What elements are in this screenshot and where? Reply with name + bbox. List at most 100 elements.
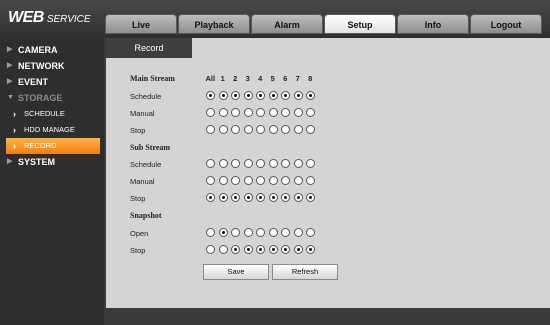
sidebar-item-label: EVENT bbox=[18, 77, 49, 87]
radio-channel[interactable] bbox=[268, 228, 278, 237]
radio-channel[interactable] bbox=[268, 108, 278, 117]
radio-channel[interactable] bbox=[256, 176, 265, 185]
radio-channel[interactable] bbox=[256, 228, 265, 237]
radio-channel[interactable] bbox=[256, 125, 265, 134]
radio-channel[interactable] bbox=[218, 193, 228, 202]
radio-all[interactable] bbox=[206, 228, 215, 237]
radio-channel[interactable] bbox=[306, 245, 315, 254]
radio-channel[interactable] bbox=[293, 159, 303, 168]
tab-live[interactable]: Live bbox=[105, 14, 177, 34]
row-label: Stop bbox=[130, 246, 146, 255]
radio-all[interactable] bbox=[206, 108, 215, 117]
radio-channel[interactable] bbox=[268, 193, 278, 202]
radio-channel[interactable] bbox=[268, 245, 278, 254]
refresh-button[interactable]: Refresh bbox=[272, 264, 338, 280]
snapshot-stop-row: Stop bbox=[130, 242, 430, 259]
radio-channel[interactable] bbox=[293, 193, 303, 202]
radio-channel[interactable] bbox=[231, 108, 240, 117]
tab-info[interactable]: Info bbox=[397, 14, 469, 34]
radio-channel[interactable] bbox=[243, 91, 253, 100]
radio-channel[interactable] bbox=[268, 125, 278, 134]
radio-channel[interactable] bbox=[306, 91, 315, 100]
radio-channel[interactable] bbox=[281, 176, 290, 185]
sidebar-item-event[interactable]: ▶ EVENT bbox=[0, 74, 104, 90]
radio-channel[interactable] bbox=[306, 108, 315, 117]
radio-channel[interactable] bbox=[281, 91, 290, 100]
radio-channel[interactable] bbox=[218, 228, 228, 237]
radio-all[interactable] bbox=[206, 91, 215, 100]
radio-channel[interactable] bbox=[306, 159, 315, 168]
radio-channel[interactable] bbox=[281, 108, 290, 117]
radio-channel[interactable] bbox=[268, 91, 278, 100]
radio-channel[interactable] bbox=[256, 108, 265, 117]
radio-channel[interactable] bbox=[256, 245, 265, 254]
radio-channel[interactable] bbox=[243, 125, 253, 134]
sidebar-item-storage[interactable]: ▼ STORAGE bbox=[0, 90, 104, 106]
radio-channel[interactable] bbox=[231, 245, 240, 254]
radio-channel[interactable] bbox=[306, 193, 315, 202]
radio-channel[interactable] bbox=[293, 176, 303, 185]
triangle-down-icon: ▼ bbox=[7, 94, 14, 101]
radio-all[interactable] bbox=[206, 245, 215, 254]
radio-channel[interactable] bbox=[306, 125, 315, 134]
radio-channel[interactable] bbox=[293, 245, 303, 254]
radio-channel[interactable] bbox=[293, 91, 303, 100]
radio-channel[interactable] bbox=[256, 193, 265, 202]
radio-all[interactable] bbox=[206, 193, 215, 202]
main-tabs: Live Playback Alarm Setup Info Logout bbox=[105, 14, 543, 34]
sidebar-subitem-record[interactable]: › RECORD bbox=[6, 138, 100, 154]
radio-channel[interactable] bbox=[218, 108, 228, 117]
radio-channel[interactable] bbox=[231, 91, 240, 100]
tab-record[interactable]: Record bbox=[106, 38, 192, 58]
radio-channel[interactable] bbox=[218, 91, 228, 100]
radio-channel[interactable] bbox=[281, 125, 290, 134]
radio-channel[interactable] bbox=[281, 228, 290, 237]
radio-channel[interactable] bbox=[256, 91, 265, 100]
radio-channel[interactable] bbox=[218, 245, 228, 254]
radio-channel[interactable] bbox=[306, 176, 315, 185]
sidebar-item-label: RECORD bbox=[24, 141, 57, 150]
radio-channel[interactable] bbox=[256, 159, 265, 168]
radio-channel[interactable] bbox=[243, 245, 253, 254]
radio-channel[interactable] bbox=[268, 159, 278, 168]
tab-alarm[interactable]: Alarm bbox=[251, 14, 323, 34]
header-bar: WEB SERVICE Live Playback Alarm Setup Inf… bbox=[0, 0, 550, 38]
radio-channel[interactable] bbox=[293, 108, 303, 117]
radio-channel[interactable] bbox=[243, 193, 253, 202]
sidebar-item-camera[interactable]: ▶ CAMERA bbox=[0, 42, 104, 58]
radio-all[interactable] bbox=[206, 176, 215, 185]
web-service-logo: WEB SERVICE bbox=[8, 9, 91, 27]
radio-channel[interactable] bbox=[243, 228, 253, 237]
radio-channel[interactable] bbox=[231, 193, 240, 202]
radio-channel[interactable] bbox=[281, 193, 290, 202]
radio-channel[interactable] bbox=[306, 228, 315, 237]
radio-channel[interactable] bbox=[243, 159, 253, 168]
radio-channel[interactable] bbox=[231, 125, 240, 134]
radio-channel[interactable] bbox=[231, 176, 240, 185]
radio-channel[interactable] bbox=[293, 125, 303, 134]
save-button[interactable]: Save bbox=[203, 264, 269, 280]
tab-playback[interactable]: Playback bbox=[178, 14, 250, 34]
radio-all[interactable] bbox=[206, 125, 215, 134]
radio-channel[interactable] bbox=[281, 245, 290, 254]
radio-channel[interactable] bbox=[243, 108, 253, 117]
radio-channel[interactable] bbox=[231, 159, 240, 168]
sidebar-item-system[interactable]: ▶ SYSTEM bbox=[0, 154, 104, 170]
radio-channel[interactable] bbox=[218, 125, 228, 134]
radio-channel[interactable] bbox=[281, 159, 290, 168]
sidebar-item-network[interactable]: ▶ NETWORK bbox=[0, 58, 104, 74]
radio-channel[interactable] bbox=[268, 176, 278, 185]
radio-channel[interactable] bbox=[218, 159, 228, 168]
radio-channel[interactable] bbox=[243, 176, 253, 185]
column-header-channel: 2 bbox=[233, 74, 238, 83]
radio-channel[interactable] bbox=[293, 228, 303, 237]
radio-channel[interactable] bbox=[218, 176, 228, 185]
tab-setup[interactable]: Setup bbox=[324, 14, 396, 34]
radio-all[interactable] bbox=[206, 159, 215, 168]
sidebar-item-label: STORAGE bbox=[18, 93, 63, 103]
sub-manual-row: Manual bbox=[130, 173, 430, 190]
sidebar-subitem-schedule[interactable]: › SCHEDULE bbox=[0, 106, 104, 122]
sidebar-subitem-hdd-manage[interactable]: › HDD MANAGE bbox=[0, 122, 104, 138]
radio-channel[interactable] bbox=[231, 228, 240, 237]
tab-logout[interactable]: Logout bbox=[470, 14, 542, 34]
